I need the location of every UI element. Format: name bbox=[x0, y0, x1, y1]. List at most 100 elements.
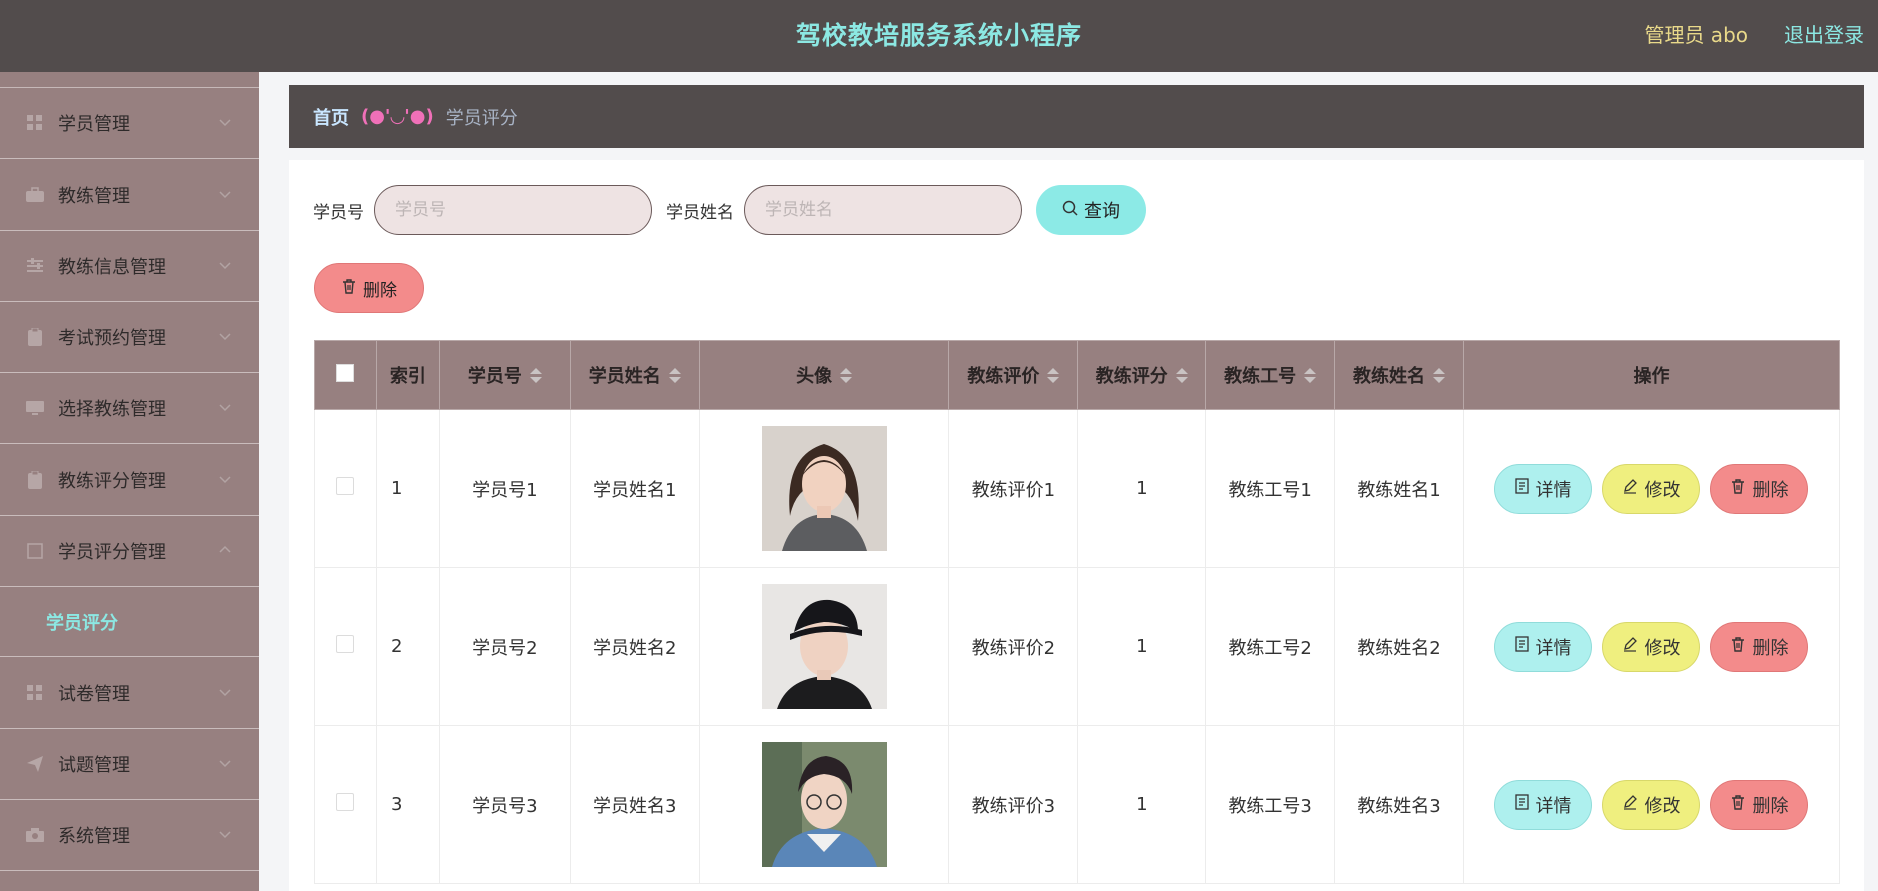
detail-button[interactable]: 详情 bbox=[1494, 463, 1593, 514]
row-avatar-cell bbox=[698, 725, 950, 884]
content-panel: 学员号 学员姓名 查询 删除 索引 学员号 学员姓名 头像 bbox=[289, 160, 1864, 891]
row-coach-review: 教练评价1 bbox=[948, 409, 1079, 568]
grid-icon bbox=[26, 684, 44, 702]
row-coach-name: 教练姓名1 bbox=[1334, 409, 1464, 568]
sort-icon[interactable] bbox=[668, 367, 681, 383]
row-checkbox[interactable] bbox=[336, 635, 355, 653]
row-student-no: 学员号1 bbox=[438, 409, 571, 568]
sidebar-item-student-rating-mgmt[interactable]: 学员评分管理 bbox=[0, 516, 259, 587]
header-student-no-label: 学员号 bbox=[467, 366, 522, 387]
sort-icon[interactable] bbox=[1433, 367, 1446, 383]
sidebar-item-paper-mgmt[interactable]: 试卷管理 bbox=[0, 658, 259, 729]
row-coach-no: 教练工号1 bbox=[1205, 409, 1336, 568]
header-avatar-label: 头像 bbox=[796, 366, 833, 387]
header-coach-no[interactable]: 教练工号 bbox=[1205, 340, 1336, 410]
edit-button[interactable]: 修改 bbox=[1602, 621, 1701, 672]
monitor-icon bbox=[26, 399, 44, 417]
breadcrumb-home[interactable]: 首页 bbox=[313, 104, 349, 130]
chevron-down-icon bbox=[217, 257, 233, 273]
detail-button[interactable]: 详情 bbox=[1494, 621, 1593, 672]
query-button[interactable]: 查询 bbox=[1036, 185, 1146, 235]
sidebar-item-coach-rating-mgmt[interactable]: 教练评分管理 bbox=[0, 445, 259, 516]
header-avatar[interactable]: 头像 bbox=[698, 340, 950, 410]
sidebar-item-exam-booking-mgmt[interactable]: 考试预约管理 bbox=[0, 302, 259, 373]
sort-icon[interactable] bbox=[1047, 367, 1060, 383]
sidebar-item-label: 学员管理 bbox=[58, 114, 130, 135]
breadcrumb: 首页 (●'◡'●) 学员评分 bbox=[289, 85, 1864, 148]
header-index-label: 索引 bbox=[389, 366, 426, 387]
sidebar-item-label: 教练评分管理 bbox=[58, 471, 166, 492]
row-index: 1 bbox=[375, 409, 440, 568]
submenu-item-student-rating[interactable]: 学员评分 bbox=[46, 609, 118, 635]
sort-icon[interactable] bbox=[840, 367, 853, 383]
header-student-name[interactable]: 学员姓名 bbox=[569, 340, 700, 410]
row-index: 3 bbox=[375, 725, 440, 884]
header-select-all[interactable] bbox=[314, 340, 377, 410]
delete-button[interactable]: 删除 bbox=[1710, 463, 1809, 514]
row-coach-name: 教练姓名2 bbox=[1334, 567, 1464, 726]
row-actions: 详情 修改 删除 bbox=[1462, 725, 1841, 884]
row-coach-name: 教练姓名3 bbox=[1334, 725, 1464, 884]
sidebar-item-system-mgmt[interactable]: 系统管理 bbox=[0, 800, 259, 871]
clipboard-icon bbox=[26, 471, 44, 489]
trash-icon bbox=[1730, 794, 1746, 815]
row-checkbox[interactable] bbox=[336, 793, 355, 811]
sidebar-item-coach-info-mgmt[interactable]: 教练信息管理 bbox=[0, 231, 259, 302]
row-index: 2 bbox=[375, 567, 440, 726]
admin-user-label: 管理员 abo bbox=[1644, 23, 1748, 47]
detail-button[interactable]: 详情 bbox=[1494, 779, 1593, 830]
logout-link[interactable]: 退出登录 bbox=[1784, 0, 1864, 72]
student-no-input[interactable] bbox=[374, 185, 652, 235]
header-coach-review-label: 教练评价 bbox=[967, 366, 1040, 387]
sidebar-item-select-coach-mgmt[interactable]: 选择教练管理 bbox=[0, 373, 259, 444]
camera-icon bbox=[26, 826, 44, 844]
trash-icon bbox=[341, 278, 357, 299]
query-button-label: 查询 bbox=[1084, 201, 1120, 222]
send-icon bbox=[26, 755, 44, 773]
avatar[interactable] bbox=[761, 584, 887, 709]
avatar[interactable] bbox=[761, 426, 887, 551]
header-student-name-label: 学员姓名 bbox=[588, 366, 661, 387]
delete-button[interactable]: 删除 bbox=[1710, 779, 1809, 830]
select-all-checkbox[interactable] bbox=[336, 363, 355, 382]
sidebar-item-coach-mgmt[interactable]: 教练管理 bbox=[0, 160, 259, 231]
sort-icon[interactable] bbox=[529, 367, 542, 383]
row-actions: 详情 修改 删除 bbox=[1462, 409, 1841, 568]
row-checkbox[interactable] bbox=[336, 477, 355, 495]
chevron-up-icon bbox=[217, 542, 233, 558]
row-student-name: 学员姓名3 bbox=[569, 725, 700, 884]
student-name-input[interactable] bbox=[744, 185, 1022, 235]
sidebar-item-question-mgmt[interactable]: 试题管理 bbox=[0, 729, 259, 800]
chevron-down-icon bbox=[217, 755, 233, 771]
edit-button[interactable]: 修改 bbox=[1602, 463, 1701, 514]
sidebar-item-student-mgmt[interactable]: 学员管理 bbox=[0, 88, 259, 159]
header-student-no[interactable]: 学员号 bbox=[438, 340, 571, 410]
row-student-name: 学员姓名1 bbox=[569, 409, 700, 568]
sidebar-submenu-student-rating[interactable]: 学员评分 bbox=[0, 587, 259, 657]
sort-icon[interactable] bbox=[1175, 367, 1188, 383]
batch-delete-button[interactable]: 删除 bbox=[314, 263, 424, 313]
student-rating-table: 索引 学员号 学员姓名 头像 教练评价 教练评分 教练工号 教练姓名 操作 1 … bbox=[314, 340, 1841, 884]
row-coach-no: 教练工号2 bbox=[1205, 567, 1336, 726]
header-index: 索引 bbox=[375, 340, 440, 410]
delete-button-label: 删除 bbox=[1752, 795, 1789, 817]
pencil-icon bbox=[1622, 636, 1638, 657]
header-coach-score[interactable]: 教练评分 bbox=[1077, 340, 1207, 410]
delete-button[interactable]: 删除 bbox=[1710, 621, 1809, 672]
header-coach-review[interactable]: 教练评价 bbox=[948, 340, 1079, 410]
row-student-no: 学员号2 bbox=[438, 567, 571, 726]
header-coach-name[interactable]: 教练姓名 bbox=[1334, 340, 1464, 410]
breadcrumb-current: 学员评分 bbox=[445, 107, 518, 129]
briefcase-icon bbox=[26, 186, 44, 204]
edit-button[interactable]: 修改 bbox=[1602, 779, 1701, 830]
row-coach-no: 教练工号3 bbox=[1205, 725, 1336, 884]
row-coach-review: 教练评价3 bbox=[948, 725, 1079, 884]
document-icon bbox=[1515, 794, 1530, 815]
avatar[interactable] bbox=[761, 742, 887, 867]
sort-icon[interactable] bbox=[1304, 367, 1317, 383]
table-header-row: 索引 学员号 学员姓名 头像 教练评价 教练评分 教练工号 教练姓名 操作 bbox=[314, 340, 1841, 410]
row-select-cell bbox=[314, 567, 377, 726]
app-title: 驾校教培服务系统小程序 bbox=[795, 21, 1082, 50]
header-actions-label: 操作 bbox=[1633, 366, 1670, 387]
sidebar-item-label: 考试预约管理 bbox=[58, 328, 166, 349]
